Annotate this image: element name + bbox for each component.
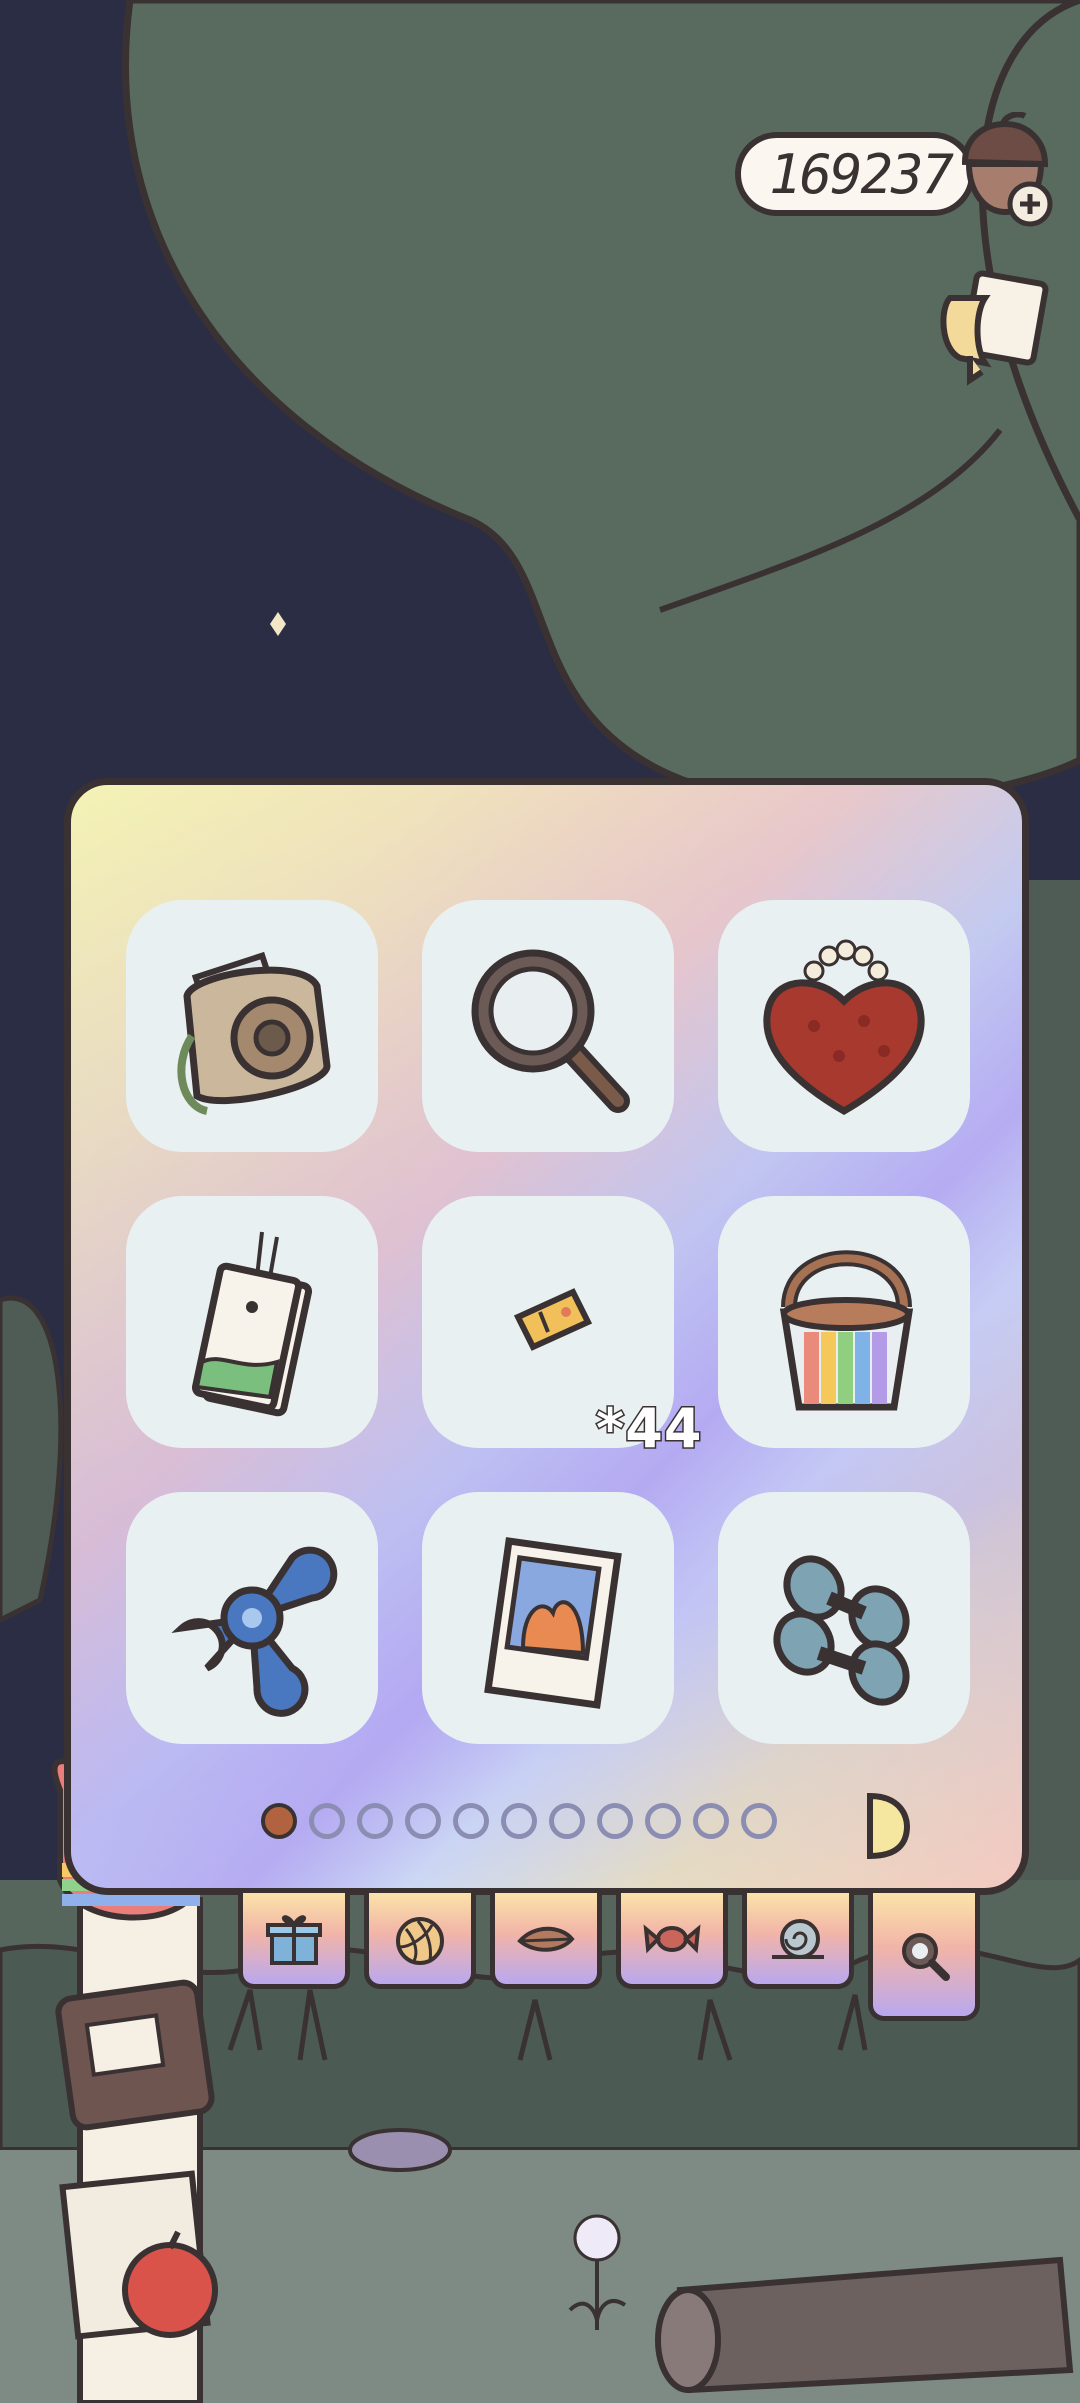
inventory-slot-7[interactable] — [126, 1492, 378, 1744]
inventory-slot-8[interactable] — [422, 1492, 674, 1744]
rainbow-bucket-icon — [779, 1250, 914, 1411]
candy-icon — [643, 1923, 701, 1953]
page-dot-4[interactable] — [405, 1803, 441, 1839]
page-dot-8[interactable] — [597, 1803, 633, 1839]
item-count-badge: *44 — [594, 1396, 703, 1462]
inventory-slot-3[interactable] — [718, 900, 970, 1152]
acorn-icon[interactable] — [945, 112, 1055, 232]
inventory-slot-2[interactable] — [422, 900, 674, 1152]
gift-icon — [266, 1914, 322, 1965]
tab-tools[interactable] — [868, 1893, 980, 2021]
snail-icon — [772, 1918, 824, 1959]
currency-counter[interactable]: 169237 — [735, 132, 975, 216]
currency-amount: 169237 — [769, 142, 954, 206]
magnifying-glass-icon — [471, 949, 630, 1113]
page-dot-1[interactable] — [261, 1803, 297, 1839]
page-dot-9[interactable] — [645, 1803, 681, 1839]
fidget-spinner-icon — [171, 1546, 338, 1717]
magnifier-icon — [902, 1932, 950, 1981]
bookmark-tag-icon — [191, 1231, 313, 1417]
inventory-slot-4[interactable] — [126, 1196, 378, 1448]
inventory-panel: *44 — [64, 778, 1029, 1895]
yarn-icon — [396, 1916, 444, 1965]
tab-gifts[interactable] — [238, 1893, 350, 1989]
tab-leaves[interactable] — [490, 1893, 602, 1989]
page-dot-3[interactable] — [357, 1803, 393, 1839]
page-indicator — [261, 1803, 777, 1839]
page-dot-6[interactable] — [501, 1803, 537, 1839]
tab-snails[interactable] — [742, 1893, 854, 1989]
category-tabs — [238, 1893, 980, 2021]
next-page-button[interactable] — [865, 1791, 911, 1861]
inventory-slot-1[interactable] — [126, 900, 378, 1152]
tab-yarn[interactable] — [364, 1893, 476, 1989]
inventory-slot-9[interactable] — [718, 1492, 970, 1744]
tab-candy[interactable] — [616, 1893, 728, 1989]
scroll-icon[interactable] — [930, 268, 1050, 388]
dumbbells-icon — [773, 1555, 910, 1706]
instant-camera-icon — [177, 951, 331, 1115]
ticket-icon — [513, 1288, 593, 1351]
heart-handbag-icon — [763, 939, 925, 1116]
page-dot-7[interactable] — [549, 1803, 585, 1839]
photo-card-icon — [484, 1537, 622, 1709]
leaf-icon — [517, 1926, 575, 1952]
page-dot-10[interactable] — [693, 1803, 729, 1839]
inventory-slot-6[interactable] — [718, 1196, 970, 1448]
page-dot-2[interactable] — [309, 1803, 345, 1839]
page-dot-11[interactable] — [741, 1803, 777, 1839]
page-dot-5[interactable] — [453, 1803, 489, 1839]
